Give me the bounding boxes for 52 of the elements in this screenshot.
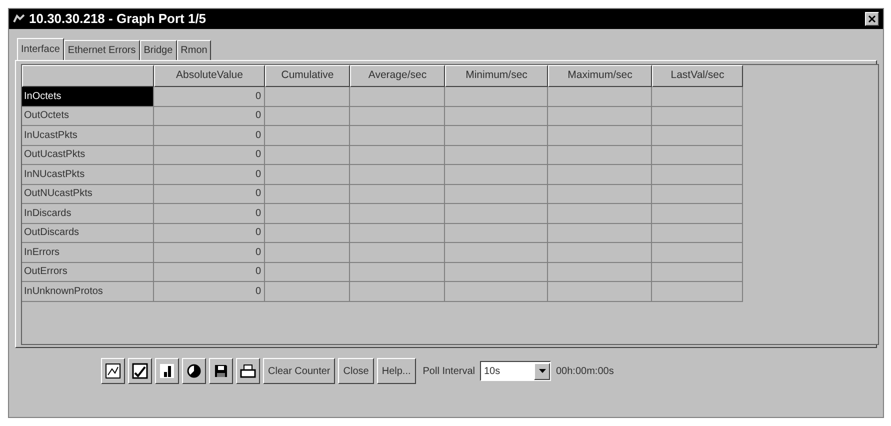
app-icon — [13, 14, 25, 24]
row-header[interactable]: InUnknownProtos — [22, 282, 154, 302]
table-cell: 0 — [154, 184, 265, 204]
toolbar-button[interactable] — [101, 358, 125, 384]
row-header[interactable]: InUcastPkts — [22, 126, 154, 146]
table-cell: 0 — [154, 204, 265, 224]
row-header[interactable]: OutDiscards — [22, 224, 154, 243]
pie-chart-icon — [186, 363, 202, 379]
toolbar-button[interactable] — [209, 358, 233, 384]
toolbar-button[interactable] — [128, 358, 152, 384]
tab[interactable]: Rmon — [176, 40, 212, 60]
table-cell: 0 — [154, 243, 265, 262]
row-header[interactable]: OutNUcastPkts — [22, 184, 154, 204]
toolbar-button[interactable] — [155, 358, 179, 384]
poll-interval-label: Poll Interval — [422, 364, 475, 378]
bar-chart-icon — [159, 363, 175, 379]
table-cell: 0 — [154, 224, 265, 243]
table-cell: 0 — [154, 146, 265, 165]
toolbar-button[interactable] — [236, 358, 260, 384]
elapsed-time: 00h:00m:00s — [556, 364, 614, 378]
column-header: Maximum/sec — [548, 65, 652, 87]
close-icon — [868, 15, 876, 23]
close-button[interactable] — [865, 12, 879, 26]
window-title: 10.30.30.218 - Graph Port 1/5 — [29, 10, 206, 28]
table-cell: 0 — [154, 262, 265, 282]
action-button[interactable]: Close — [338, 358, 374, 384]
tab[interactable]: Interface — [17, 38, 64, 60]
row-header[interactable]: OutErrors — [22, 262, 154, 282]
row-header[interactable]: InErrors — [22, 243, 154, 262]
row-header[interactable]: OutUcastPkts — [22, 146, 154, 165]
row-header[interactable]: InDiscards — [22, 204, 154, 224]
column-header: Cumulative — [265, 65, 350, 87]
table-cell: 0 — [154, 87, 265, 106]
toolbar-button[interactable] — [182, 358, 206, 384]
poll-interval-dropdown[interactable]: 10s — [480, 361, 551, 381]
action-button[interactable]: Clear Counter — [263, 358, 336, 384]
row-header[interactable]: InNUcastPkts — [22, 165, 154, 184]
table-cell: 0 — [154, 282, 265, 302]
column-header: LastVal/sec — [652, 65, 743, 87]
tab[interactable]: Ethernet Errors — [64, 40, 140, 60]
tab[interactable]: Bridge — [140, 40, 177, 60]
column-header: Average/sec — [350, 65, 445, 87]
table-cell: 0 — [154, 106, 265, 126]
column-header: AbsoluteValue — [154, 65, 265, 87]
row-header[interactable]: InOctets — [22, 87, 154, 106]
printer-icon — [239, 363, 257, 379]
row-header[interactable]: OutOctets — [22, 106, 154, 126]
action-button[interactable]: Help... — [376, 358, 416, 384]
table-cell: 0 — [154, 165, 265, 184]
table-cell: 0 — [154, 126, 265, 146]
column-header: Minimum/sec — [445, 65, 548, 87]
caret-icon — [538, 369, 546, 373]
